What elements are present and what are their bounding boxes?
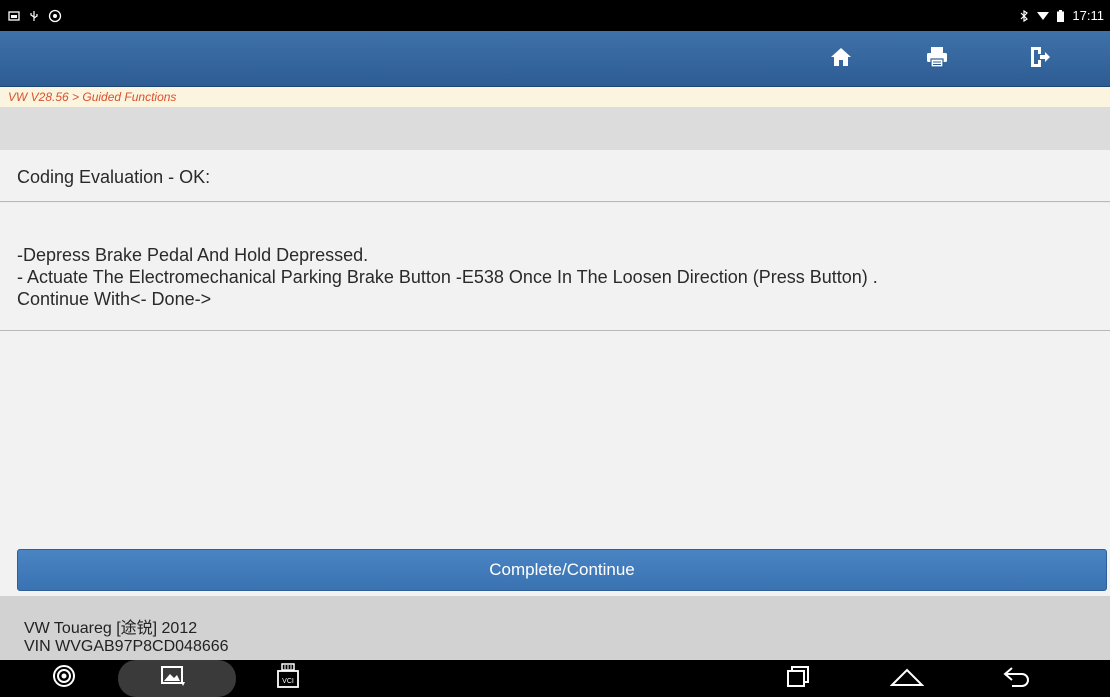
screenshot-icon	[8, 10, 20, 22]
home-button[interactable]	[821, 41, 861, 77]
back-icon	[1002, 665, 1032, 692]
instruction-line: - Actuate The Electromechanical Parking …	[17, 267, 878, 287]
back-button[interactable]	[997, 660, 1037, 697]
bluetooth-icon	[1019, 9, 1029, 22]
clock: 17:11	[1072, 8, 1104, 23]
instructions-panel: -Depress Brake Pedal And Hold Depressed.…	[0, 203, 1110, 331]
navigation-bar: VCI	[0, 660, 1110, 697]
gallery-icon	[160, 665, 186, 692]
battery-icon	[1057, 9, 1065, 22]
breadcrumb: VW V28.56 > Guided Functions	[0, 87, 1110, 108]
exit-button[interactable]	[1020, 41, 1060, 77]
vci-icon: VCI	[276, 663, 300, 694]
vci-button[interactable]: VCI	[270, 660, 306, 697]
print-button[interactable]	[917, 41, 957, 77]
recent-apps-icon	[785, 665, 811, 692]
instruction-line: Continue With<- Done->	[17, 289, 212, 309]
wifi-icon	[1037, 11, 1050, 21]
vehicle-info: VW Touareg [途锐] 2012 VIN WVGAB97P8CD0486…	[0, 596, 1110, 660]
android-home-button[interactable]	[885, 660, 929, 697]
usb-icon	[28, 10, 40, 22]
content-area	[0, 331, 1110, 544]
browser-button[interactable]	[46, 660, 82, 697]
print-icon	[925, 45, 949, 74]
coding-evaluation-label: Coding Evaluation - OK:	[0, 150, 1110, 202]
vehicle-vin: VIN WVGAB97P8CD048666	[24, 638, 229, 655]
svg-text:VCI: VCI	[282, 678, 294, 685]
complete-continue-button[interactable]: Complete/Continue	[17, 549, 1107, 591]
instruction-line: -Depress Brake Pedal And Hold Depressed.	[17, 245, 369, 265]
header-band	[0, 108, 1110, 150]
gallery-button[interactable]	[155, 660, 191, 697]
status-bar: 17:11	[0, 0, 1110, 31]
app-toolbar	[0, 31, 1110, 87]
settings-icon	[48, 9, 62, 23]
browser-icon	[52, 664, 76, 693]
home-icon	[830, 46, 852, 73]
vehicle-model: VW Touareg [途锐] 2012	[24, 620, 198, 637]
exit-icon	[1029, 45, 1051, 74]
button-area: Complete/Continue	[0, 544, 1110, 596]
android-home-icon	[889, 665, 925, 692]
recent-apps-button[interactable]	[778, 660, 818, 697]
